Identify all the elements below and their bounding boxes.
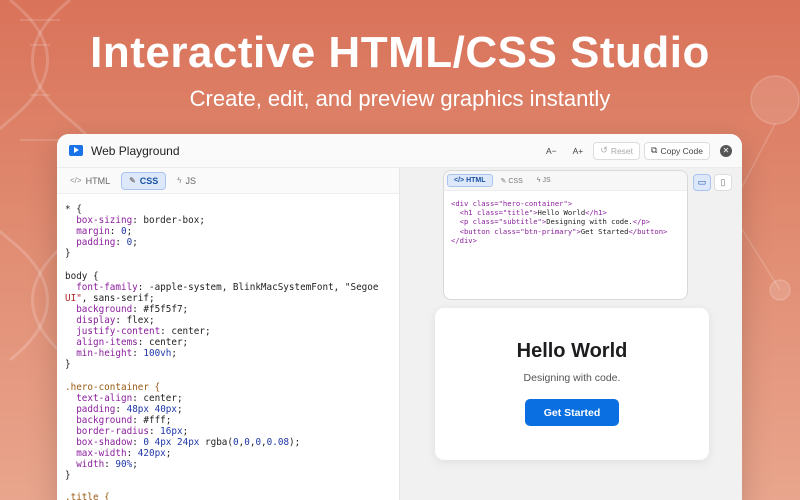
copy-icon: ⧉: [651, 145, 658, 155]
html-code-textarea[interactable]: <div class="hero-container"> <h1 class="…: [444, 191, 687, 253]
mini-tab-html[interactable]: </> HTML: [447, 174, 493, 187]
reset-icon: ↺: [600, 145, 608, 155]
html-mini-editor: </> HTML ✎ CSS ϟ JS <div class="hero-con…: [443, 170, 688, 300]
app-window: Web Playground A− A+ ↺ Reset ⧉ Copy Code…: [57, 134, 742, 500]
copy-code-button[interactable]: ⧉ Copy Code: [644, 141, 710, 160]
mini-tab-html-label: HTML: [466, 177, 486, 184]
close-icon[interactable]: ✕: [720, 144, 732, 157]
view-mode-toggle: ▭ ▯: [690, 174, 732, 191]
tab-js[interactable]: ϟ JS: [170, 173, 203, 189]
play-icon: [69, 145, 83, 156]
copy-label: Copy Code: [660, 145, 703, 156]
code-icon: </>: [454, 177, 465, 184]
reset-label: Reset: [610, 145, 634, 156]
reset-button[interactable]: ↺ Reset: [593, 141, 641, 160]
preview-subtitle: Designing with code.: [523, 372, 621, 384]
css-code-textarea[interactable]: * { box-sizing: border-box; margin: 0; p…: [57, 194, 399, 500]
mini-tab-js[interactable]: ϟ JS: [531, 175, 557, 186]
preview-title: Hello World: [516, 340, 628, 362]
window-title: Web Playground: [91, 143, 180, 158]
get-started-button[interactable]: Get Started: [525, 399, 619, 426]
tab-css-label: CSS: [139, 175, 159, 186]
tab-js-label: JS: [185, 175, 197, 186]
mini-tab-css[interactable]: ✎ CSS: [495, 175, 529, 187]
tab-html[interactable]: </> HTML: [63, 173, 117, 189]
code-icon: </>: [70, 176, 82, 185]
title-bar: Web Playground A− A+ ↺ Reset ⧉ Copy Code…: [57, 134, 742, 168]
mobile-icon[interactable]: ▯: [714, 174, 732, 191]
font-decrease-button[interactable]: A−: [540, 142, 563, 160]
mini-tab-js-label: JS: [542, 177, 551, 184]
tab-html-label: HTML: [85, 175, 111, 186]
font-increase-button[interactable]: A+: [567, 142, 590, 160]
bolt-icon: ϟ: [536, 177, 541, 184]
headline: Interactive HTML/CSS Studio: [90, 28, 710, 77]
tab-css[interactable]: ✎ CSS: [121, 171, 167, 190]
subheadline: Create, edit, and preview graphics insta…: [189, 86, 611, 111]
bolt-icon: ϟ: [177, 176, 182, 185]
hero-preview-card: Hello World Designing with code. Get Sta…: [435, 308, 709, 460]
editor-tabs: </> HTML ✎ CSS ϟ JS: [57, 168, 399, 194]
workspace: </> HTML ✎ CSS ϟ JS * { box-sizing: bord…: [57, 168, 742, 500]
brush-icon: ✎: [129, 176, 136, 185]
mini-editor-tabs: </> HTML ✎ CSS ϟ JS: [444, 171, 687, 191]
preview-panel: </> HTML ✎ CSS ϟ JS <div class="hero-con…: [400, 168, 742, 500]
brush-icon: ✎: [500, 177, 507, 185]
desktop-icon[interactable]: ▭: [693, 174, 711, 191]
mini-tab-css-label: CSS: [508, 177, 523, 185]
code-editor-panel: </> HTML ✎ CSS ϟ JS * { box-sizing: bord…: [57, 168, 400, 500]
